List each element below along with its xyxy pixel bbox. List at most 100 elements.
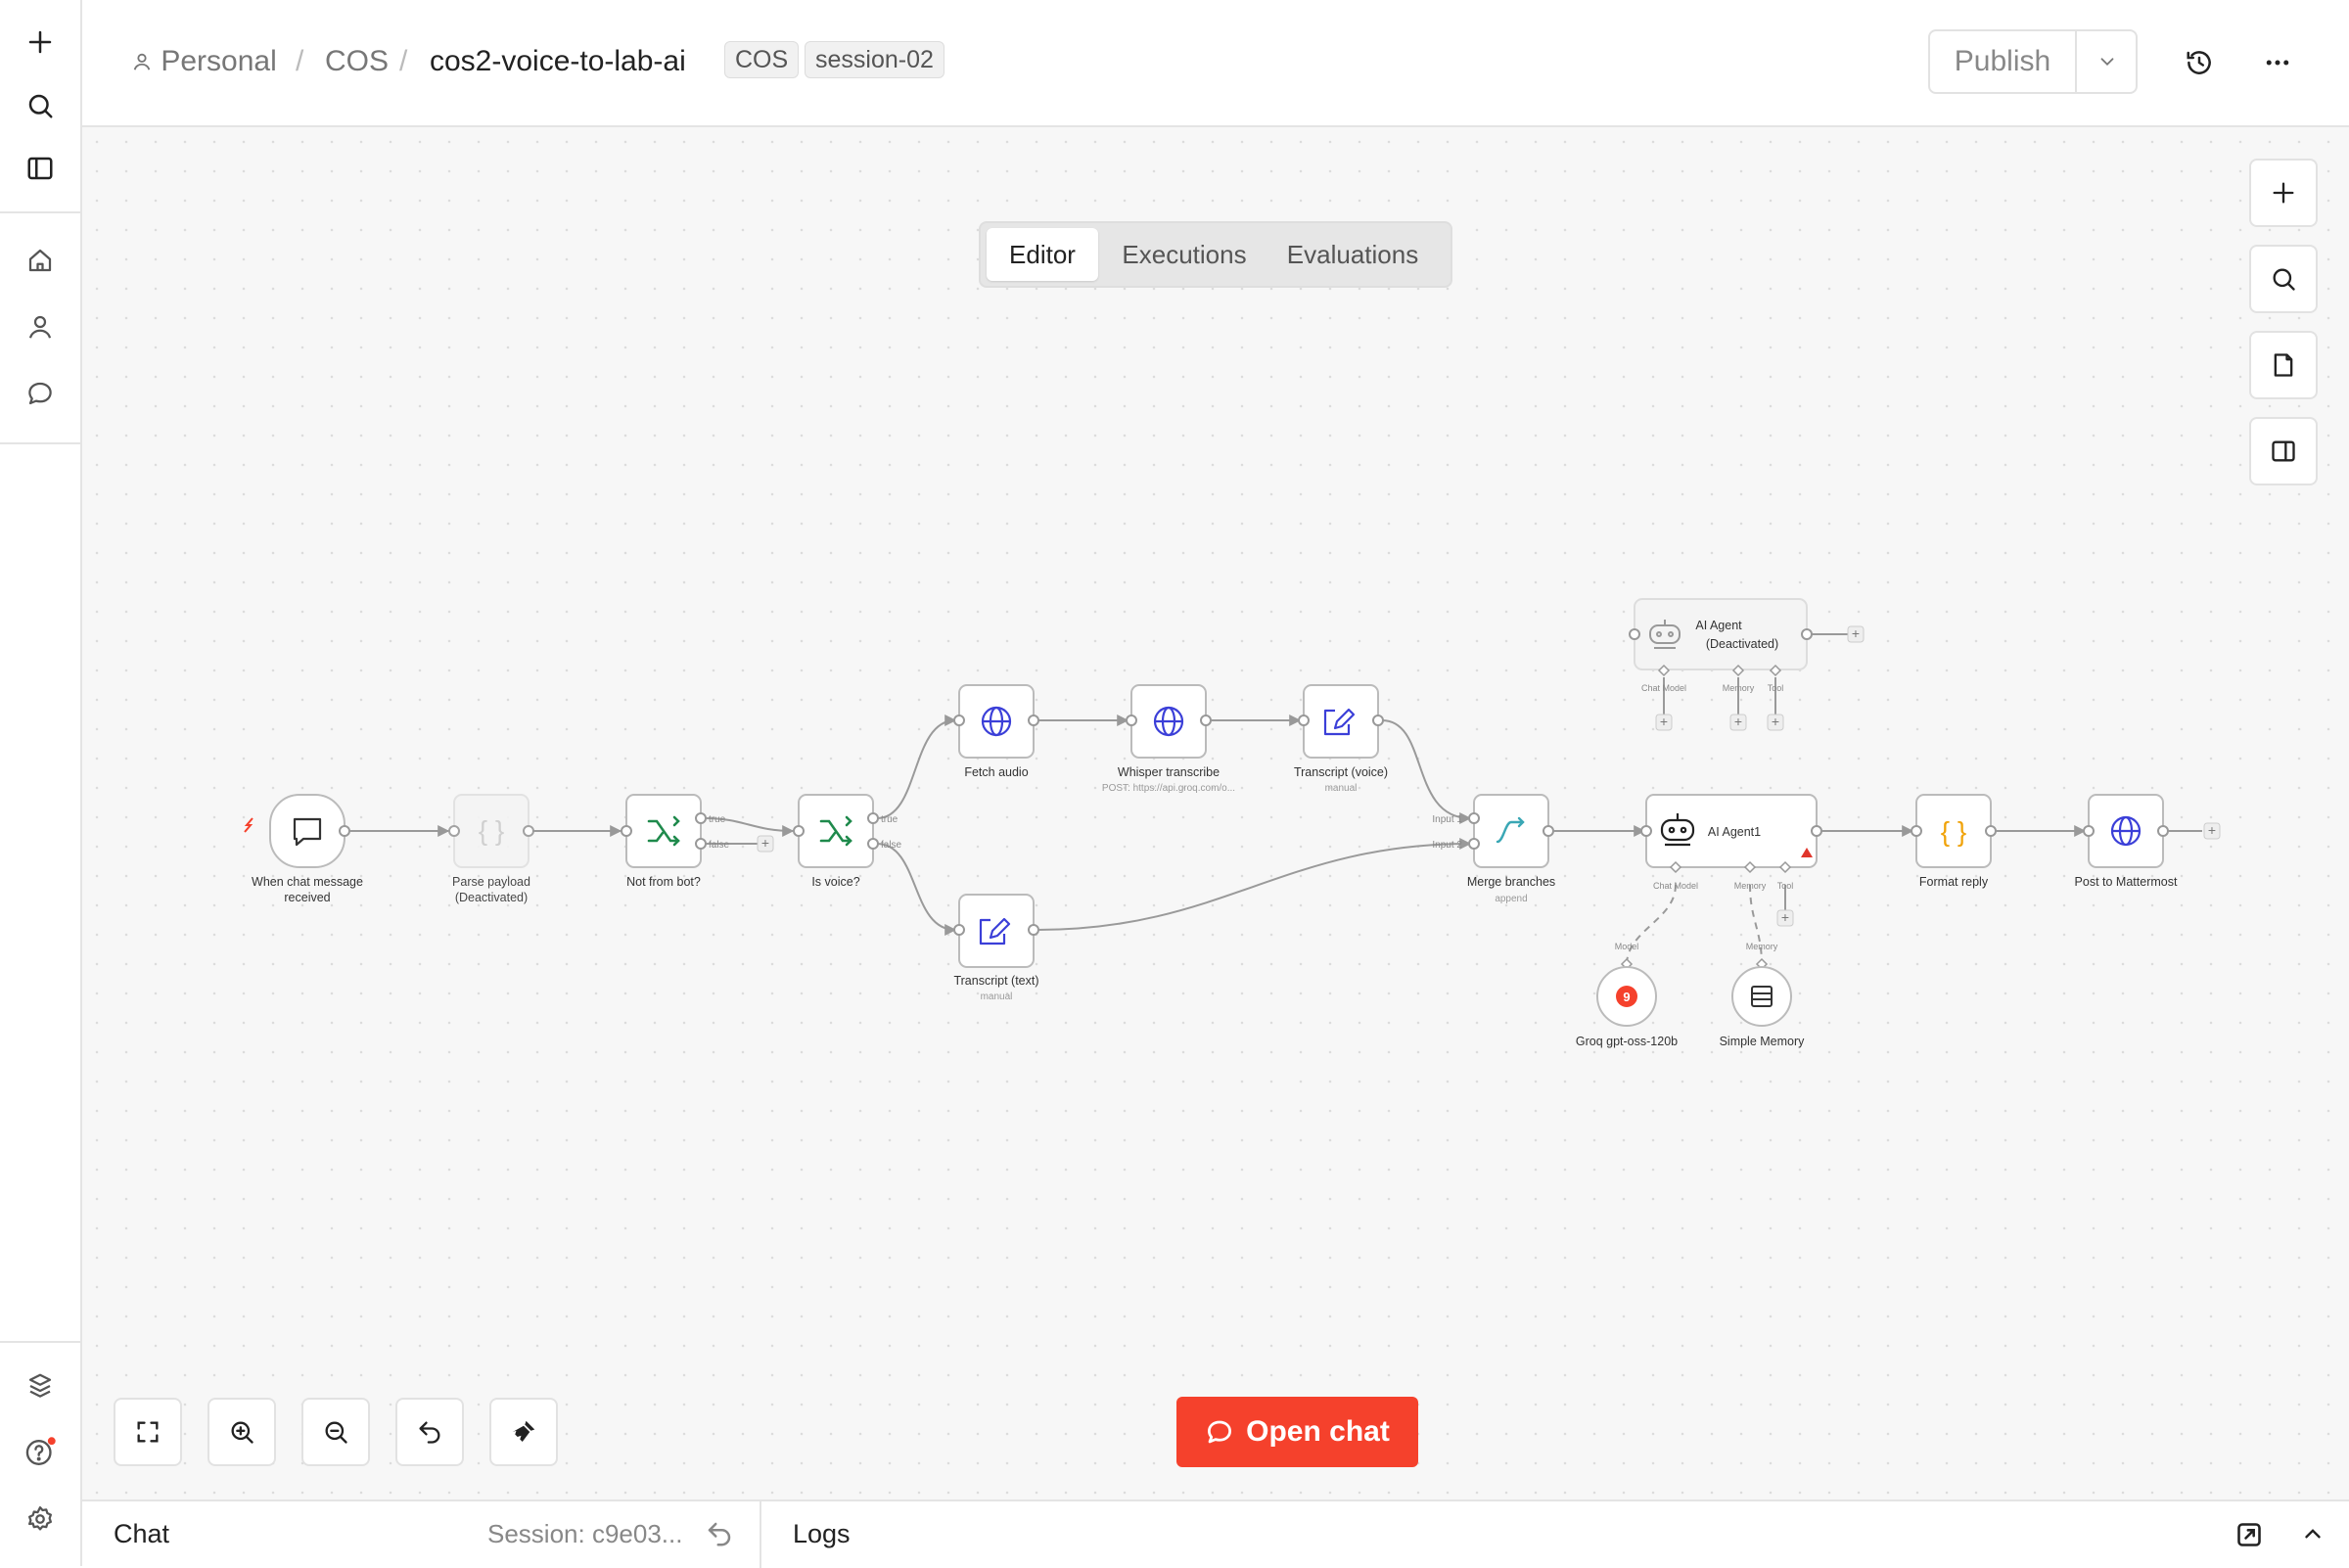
node-transcript-voice-title: Transcript (voice) (1294, 765, 1388, 779)
edge-label-model: Model (1615, 942, 1639, 951)
node-post-mattermost-title: Post to Mattermost (2075, 875, 2178, 889)
node-parse-payload[interactable]: { } Parse payload (Deactivated) (448, 794, 534, 904)
chat-icon[interactable] (17, 370, 64, 417)
left-sidebar (0, 0, 82, 1566)
session-id: Session: c9e03... (487, 1519, 683, 1548)
bolt-icon (244, 817, 253, 833)
tab-editor[interactable]: Editor (987, 228, 1098, 281)
node-whisper-title: Whisper transcribe (1118, 765, 1220, 779)
node-transcript-voice[interactable]: Transcript (voice) manual (1294, 684, 1388, 794)
settings-icon[interactable] (17, 1496, 64, 1543)
port-label-false: false (881, 840, 902, 851)
port-label-chat-model: Chat Model (1641, 683, 1686, 693)
chat-panel-header[interactable]: Chat Session: c9e03... (82, 1501, 761, 1568)
node-is-voice-title: Is voice? (811, 875, 859, 889)
node-memory-title: Simple Memory (1720, 1035, 1806, 1048)
undo-icon[interactable] (395, 1398, 464, 1466)
edge-label-memory: Memory (1746, 942, 1778, 951)
sub-connections (1626, 884, 1763, 966)
search-nodes-icon[interactable] (2249, 245, 2318, 313)
node-whisper-subtitle: POST: https://api.groq.com/o... (1102, 783, 1235, 794)
node-merge-title: Merge branches (1467, 875, 1555, 889)
sidebar-divider (0, 442, 80, 444)
node-transcript-text-title: Transcript (text) (953, 974, 1038, 988)
sidebar-toggle-icon[interactable] (17, 145, 64, 192)
tidy-up-icon[interactable] (489, 1398, 558, 1466)
add-node-icon[interactable] (2249, 159, 2318, 227)
node-not-from-bot-title: Not from bot? (626, 875, 701, 889)
node-merge-branches[interactable]: Input 1 Input 2 Merge branches append (1432, 794, 1555, 904)
node-parse-title2: (Deactivated) (455, 891, 528, 904)
workflow-graph: When chat message received { } Parse pay… (244, 598, 2221, 1048)
pop-out-icon[interactable] (2235, 1521, 2265, 1550)
breadcrumb-separator: / (296, 45, 304, 77)
workflow-name[interactable]: cos2-voice-to-lab-ai (430, 45, 686, 78)
node-agent-deact-title2: (Deactivated) (1706, 637, 1778, 651)
plus-icon: + (1852, 625, 1860, 641)
port-label-memory: Memory (1723, 683, 1755, 693)
breadcrumb-personal[interactable]: Personal (131, 45, 277, 78)
node-whisper-transcribe[interactable]: Whisper transcribe POST: https://api.gro… (1102, 684, 1235, 794)
node-format-reply-title: Format reply (1919, 875, 1989, 889)
node-not-from-bot[interactable]: true false + Not from bot? (621, 794, 774, 889)
sticky-note-icon[interactable] (2249, 331, 2318, 399)
tab-executions[interactable]: Executions (1104, 228, 1265, 281)
open-chat-button[interactable]: Open chat (1176, 1397, 1418, 1467)
breadcrumb-project[interactable]: COS (325, 45, 389, 78)
node-trigger[interactable]: When chat message received (244, 794, 363, 904)
code-braces-icon: { } (1941, 816, 1966, 847)
fit-view-icon[interactable] (114, 1398, 182, 1466)
plus-icon: + (1734, 714, 1742, 729)
port-label-input1: Input 1 (1432, 814, 1462, 825)
node-transcript-text[interactable]: Transcript (text) manual (953, 894, 1039, 1002)
node-format-reply[interactable]: { } Format reply (1911, 794, 1997, 889)
port-label-true: true (881, 814, 898, 825)
node-post-mattermost[interactable]: + Post to Mattermost (2075, 794, 2221, 889)
node-trigger-title: When chat message (252, 875, 363, 889)
header-bar: Personal / COS / cos2-voice-to-lab-ai CO… (82, 0, 2349, 127)
node-parse-title: Parse payload (452, 875, 530, 889)
logs-panel-title[interactable]: Logs (793, 1519, 851, 1549)
node-merge-subtitle: append (1495, 894, 1527, 904)
zoom-out-icon[interactable] (301, 1398, 370, 1466)
zoom-in-icon[interactable] (207, 1398, 276, 1466)
node-groq-title: Groq gpt-oss-120b (1576, 1035, 1678, 1048)
panel-toggle-icon[interactable] (2249, 417, 2318, 485)
history-icon[interactable] (2176, 39, 2223, 86)
templates-icon[interactable] (17, 1362, 64, 1409)
chevron-down-icon[interactable] (2075, 31, 2138, 92)
port-label-true: true (709, 814, 726, 825)
add-icon[interactable] (17, 19, 64, 66)
chevron-up-icon[interactable] (2300, 1521, 2329, 1550)
view-tabs: Editor Executions Evaluations (979, 221, 1452, 288)
bottom-panel: Chat Session: c9e03... Logs (82, 1499, 2349, 1568)
reset-session-icon[interactable] (705, 1519, 736, 1550)
sidebar-divider (0, 211, 80, 213)
port-label-false: false (709, 840, 730, 851)
port-label-tool: Tool (1768, 683, 1784, 693)
more-options-icon[interactable] (2254, 39, 2301, 86)
help-icon[interactable] (17, 1429, 64, 1476)
node-fetch-audio[interactable]: Fetch audio (953, 684, 1039, 779)
publish-button[interactable]: Publish (1930, 31, 2075, 92)
breadcrumb-personal-label: Personal (161, 45, 277, 77)
tag-badge[interactable]: COS (724, 41, 800, 78)
node-ai-agent1[interactable]: AI Agent1 Chat Model Memory Tool + (1640, 794, 1822, 927)
tag-badge[interactable]: session-02 (805, 41, 944, 78)
node-is-voice[interactable]: true false Is voice? (793, 794, 902, 889)
home-icon[interactable] (17, 237, 64, 284)
user-icon (133, 53, 151, 70)
plus-icon: + (1772, 714, 1779, 729)
tab-evaluations[interactable]: Evaluations (1268, 228, 1437, 281)
workflow-canvas[interactable]: When chat message received { } Parse pay… (82, 127, 2349, 1499)
open-chat-label: Open chat (1246, 1415, 1390, 1448)
node-agent1-title: AI Agent1 (1708, 825, 1761, 839)
plus-icon: + (1781, 909, 1789, 925)
user-icon[interactable] (17, 303, 64, 350)
search-icon[interactable] (17, 82, 64, 129)
port-label-tool: Tool (1777, 881, 1794, 891)
chat-panel-title: Chat (114, 1519, 170, 1548)
node-transcript-voice-subtitle: manual (1325, 783, 1358, 794)
plus-icon: + (1660, 714, 1668, 729)
node-simple-memory[interactable]: Memory Simple Memory (1720, 942, 1806, 1048)
